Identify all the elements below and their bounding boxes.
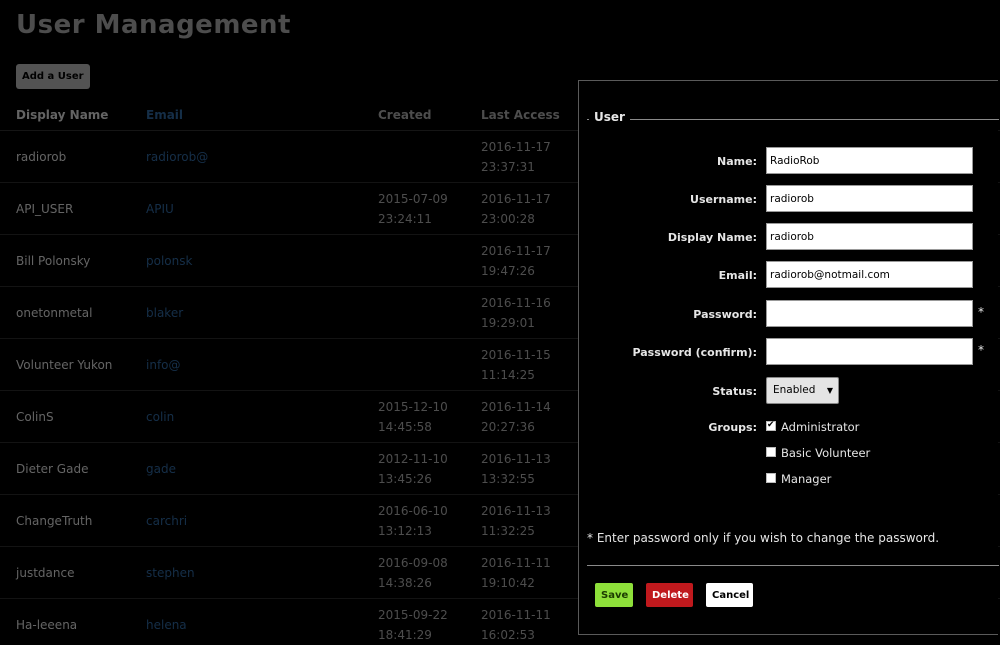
email-row: Email: bbox=[579, 261, 999, 289]
user-display-name: ColinS bbox=[0, 390, 146, 443]
created-time: 14:45:58 bbox=[378, 419, 432, 434]
created-date: 2015-09-22 bbox=[378, 607, 448, 622]
save-button[interactable]: Save bbox=[595, 583, 633, 607]
user-created: 2015-07-09 23:24:11 bbox=[378, 182, 481, 235]
manager-checkbox[interactable] bbox=[766, 473, 776, 483]
display-name-input[interactable] bbox=[766, 223, 973, 250]
password-confirm-input[interactable] bbox=[766, 338, 973, 365]
created-date: 2016-06-10 bbox=[378, 503, 448, 518]
created-date: 2016-09-08 bbox=[378, 555, 448, 570]
email-input[interactable] bbox=[766, 261, 973, 288]
user-display-name: Dieter Gade bbox=[0, 442, 146, 495]
created-date: 2015-07-09 bbox=[378, 191, 448, 206]
password-label: Password: bbox=[693, 308, 757, 321]
user-email-link[interactable]: radiorob@ bbox=[146, 130, 378, 183]
user-display-name: Volunteer Yukon bbox=[0, 338, 146, 391]
password-required-mark: * bbox=[978, 305, 984, 319]
user-email-link[interactable]: polonsk bbox=[146, 234, 378, 287]
user-fieldset-border bbox=[587, 119, 999, 120]
user-created: 2016-06-10 13:12:13 bbox=[378, 494, 481, 547]
status-selected-value: Enabled bbox=[773, 384, 816, 396]
created-date: 2012-11-10 bbox=[378, 451, 448, 466]
password-row: Password: * bbox=[579, 300, 999, 328]
name-label: Name: bbox=[717, 155, 757, 168]
name-input[interactable] bbox=[766, 147, 973, 174]
email-label: Email: bbox=[718, 269, 757, 282]
user-created: 2015-12-10 14:45:58 bbox=[378, 390, 481, 443]
user-fieldset-legend: User bbox=[589, 110, 630, 124]
user-created bbox=[378, 130, 481, 183]
password-confirm-label: Password (confirm): bbox=[632, 346, 757, 359]
username-row: Username: bbox=[579, 185, 999, 213]
created-date: 2015-12-10 bbox=[378, 399, 448, 414]
created-time: 14:38:26 bbox=[378, 575, 432, 590]
created-time: 13:45:26 bbox=[378, 471, 432, 486]
group-label: Administrator bbox=[781, 420, 860, 434]
user-display-name: Ha-leeena bbox=[0, 598, 146, 645]
display-name-label: Display Name: bbox=[667, 231, 757, 244]
column-header-email[interactable]: Email bbox=[146, 100, 378, 131]
column-header-created[interactable]: Created bbox=[378, 100, 481, 131]
password-input[interactable] bbox=[766, 300, 973, 327]
password-note: * Enter password only if you wish to cha… bbox=[587, 531, 940, 545]
user-created: 2016-09-08 14:38:26 bbox=[378, 546, 481, 599]
user-display-name: radiorob bbox=[0, 130, 146, 183]
user-email-link[interactable]: blaker bbox=[146, 286, 378, 339]
user-email-link[interactable]: APIU bbox=[146, 182, 378, 235]
user-display-name: ChangeTruth bbox=[0, 494, 146, 547]
administrator-checkbox[interactable]: ✔ bbox=[766, 420, 776, 431]
name-row: Name: bbox=[579, 147, 999, 175]
username-input[interactable] bbox=[766, 185, 973, 212]
group-basic-volunteer[interactable]: Basic Volunteer bbox=[766, 446, 870, 462]
created-time: 23:24:11 bbox=[378, 211, 432, 226]
user-created bbox=[378, 234, 481, 287]
check-icon: ✔ bbox=[767, 420, 775, 430]
page-title: User Management bbox=[16, 10, 291, 40]
created-time: 13:12:13 bbox=[378, 523, 432, 538]
delete-button[interactable]: Delete bbox=[646, 583, 693, 607]
column-header-display-name[interactable]: Display Name bbox=[0, 100, 146, 131]
form-divider bbox=[587, 565, 999, 566]
group-administrator[interactable]: ✔ Administrator bbox=[766, 420, 859, 436]
status-row: Status: Enabled ▼ bbox=[579, 377, 999, 405]
display-name-row: Display Name: bbox=[579, 223, 999, 251]
basic-volunteer-checkbox[interactable] bbox=[766, 447, 776, 457]
user-display-name: onetonmetal bbox=[0, 286, 146, 339]
add-user-button[interactable]: Add a User bbox=[16, 64, 90, 89]
user-email-link[interactable]: colin bbox=[146, 390, 378, 443]
user-display-name: justdance bbox=[0, 546, 146, 599]
user-created: 2012-11-10 13:45:26 bbox=[378, 442, 481, 495]
user-email-link[interactable]: gade bbox=[146, 442, 378, 495]
group-manager[interactable]: Manager bbox=[766, 472, 831, 488]
groups-label: Groups: bbox=[708, 421, 757, 434]
user-created bbox=[378, 286, 481, 339]
user-email-link[interactable]: stephen bbox=[146, 546, 378, 599]
chevron-down-icon: ▼ bbox=[826, 386, 833, 395]
username-label: Username: bbox=[690, 193, 757, 206]
user-management-page: User Management Add a User Display Name … bbox=[0, 0, 1000, 645]
user-display-name: API_USER bbox=[0, 182, 146, 235]
status-select[interactable]: Enabled ▼ bbox=[766, 377, 839, 404]
group-label: Manager bbox=[781, 472, 832, 486]
created-time: 18:41:29 bbox=[378, 627, 432, 642]
user-email-link[interactable]: carchri bbox=[146, 494, 378, 547]
password-confirm-required-mark: * bbox=[978, 343, 984, 357]
edit-user-dialog: User Name: Username: Display Name: Email… bbox=[578, 80, 999, 635]
cancel-button[interactable]: Cancel bbox=[706, 583, 753, 607]
group-label: Basic Volunteer bbox=[781, 446, 871, 460]
user-display-name: Bill Polonsky bbox=[0, 234, 146, 287]
password-confirm-row: Password (confirm): * bbox=[579, 338, 999, 366]
status-label: Status: bbox=[712, 385, 757, 398]
user-email-link[interactable]: info@ bbox=[146, 338, 378, 391]
user-created: 2015-09-22 18:41:29 bbox=[378, 598, 481, 645]
user-email-link[interactable]: helena bbox=[146, 598, 378, 645]
user-created bbox=[378, 338, 481, 391]
